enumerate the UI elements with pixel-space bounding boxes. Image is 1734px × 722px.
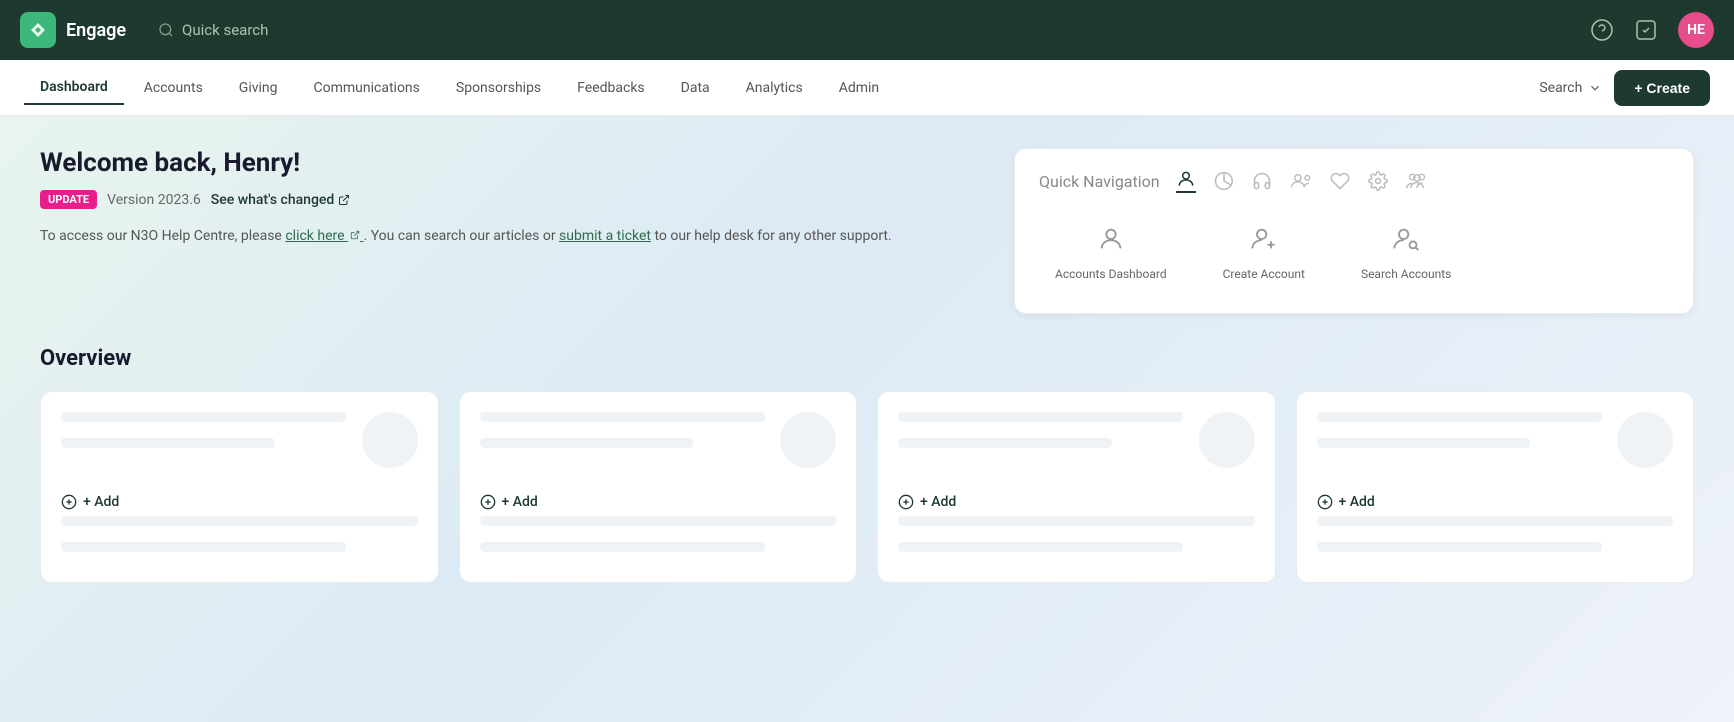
nav-item-sponsorships[interactable]: Sponsorships bbox=[440, 72, 557, 104]
overview-card-4: + Add bbox=[1296, 391, 1695, 583]
card-skeleton-circle-3 bbox=[1199, 412, 1255, 468]
qn-accounts-dashboard-label: Accounts Dashboard bbox=[1055, 267, 1167, 281]
qn-icon-person[interactable] bbox=[1176, 169, 1196, 193]
qn-icon-headset[interactable] bbox=[1252, 171, 1272, 191]
plus-circle-icon bbox=[1317, 494, 1333, 510]
submit-ticket-link[interactable]: submit a ticket bbox=[559, 228, 651, 244]
skeleton-line bbox=[61, 542, 346, 552]
qn-search-accounts-label: Search Accounts bbox=[1361, 267, 1451, 281]
navbar: Dashboard Accounts Giving Communications… bbox=[0, 60, 1734, 116]
welcome-left: Welcome back, Henry! UPDATE Version 2023… bbox=[40, 148, 990, 314]
add-button-3[interactable]: + Add bbox=[898, 494, 1255, 510]
nav-item-dashboard[interactable]: Dashboard bbox=[24, 71, 124, 105]
skeleton-line bbox=[898, 438, 1112, 448]
qn-icon-pie-chart[interactable] bbox=[1214, 171, 1234, 191]
skeleton-line bbox=[480, 516, 837, 526]
qn-items: Accounts Dashboard Create Account Search… bbox=[1039, 213, 1669, 293]
chevron-down-icon bbox=[1588, 81, 1602, 95]
qn-icon-group[interactable] bbox=[1290, 171, 1312, 191]
plus-circle-icon bbox=[61, 494, 77, 510]
nav-item-admin[interactable]: Admin bbox=[823, 72, 895, 104]
search-placeholder: Quick search bbox=[182, 21, 268, 39]
quick-navigation-panel: Quick Navigation bbox=[1014, 148, 1694, 314]
welcome-section: Welcome back, Henry! UPDATE Version 2023… bbox=[40, 148, 1694, 314]
qn-accounts-dashboard-icon bbox=[1097, 225, 1125, 259]
see-changes-link[interactable]: See what's changed bbox=[211, 192, 351, 208]
click-here-link[interactable]: click here bbox=[285, 228, 363, 244]
topbar: Engage Quick search HE bbox=[0, 0, 1734, 60]
app-title: Engage bbox=[66, 20, 126, 41]
quick-search-bar[interactable]: Quick search bbox=[158, 21, 268, 39]
overview-card-1: + Add bbox=[40, 391, 439, 583]
welcome-description: To access our N3O Help Centre, please cl… bbox=[40, 225, 990, 247]
skeleton-line bbox=[1317, 412, 1602, 422]
nav-item-feedbacks[interactable]: Feedbacks bbox=[561, 72, 660, 104]
plus-circle-icon bbox=[898, 494, 914, 510]
update-row: UPDATE Version 2023.6 See what's changed bbox=[40, 190, 990, 209]
card-skeleton-circle-4 bbox=[1617, 412, 1673, 468]
skeleton-line bbox=[61, 516, 418, 526]
skeleton-line bbox=[480, 542, 765, 552]
plus-circle-icon bbox=[480, 494, 496, 510]
version-text: Version 2023.6 bbox=[107, 192, 201, 208]
skeleton-line bbox=[898, 412, 1183, 422]
qn-icon-gear[interactable] bbox=[1368, 171, 1388, 191]
tasks-button[interactable] bbox=[1634, 18, 1658, 42]
add-button-1[interactable]: + Add bbox=[61, 494, 418, 510]
welcome-title: Welcome back, Henry! bbox=[40, 148, 990, 178]
card-skeleton-circle-2 bbox=[780, 412, 836, 468]
overview-card-3: + Add bbox=[877, 391, 1276, 583]
card-skeleton-circle-1 bbox=[362, 412, 418, 468]
topbar-right: HE bbox=[1590, 12, 1714, 48]
content-area: Welcome back, Henry! UPDATE Version 2023… bbox=[0, 116, 1734, 722]
search-label: Search bbox=[1539, 80, 1582, 96]
external-link-icon bbox=[338, 194, 350, 206]
nav-item-accounts[interactable]: Accounts bbox=[128, 72, 219, 104]
overview-title: Overview bbox=[40, 346, 1694, 371]
qn-icons bbox=[1176, 169, 1428, 193]
update-badge: UPDATE bbox=[40, 190, 97, 209]
skeleton-line bbox=[61, 412, 346, 422]
qn-search-accounts-icon bbox=[1392, 225, 1420, 259]
logo-icon bbox=[20, 12, 56, 48]
skeleton-line bbox=[1317, 542, 1602, 552]
overview-cards: + Add + Add bbox=[40, 391, 1694, 583]
skeleton-line bbox=[61, 438, 275, 448]
search-dropdown[interactable]: Search bbox=[1539, 80, 1602, 96]
qn-title: Quick Navigation bbox=[1039, 172, 1160, 191]
qn-header: Quick Navigation bbox=[1039, 169, 1669, 193]
qn-create-account-label: Create Account bbox=[1223, 267, 1305, 281]
create-button[interactable]: + Create bbox=[1614, 70, 1710, 106]
help-button[interactable] bbox=[1590, 18, 1614, 42]
add-button-4[interactable]: + Add bbox=[1317, 494, 1674, 510]
qn-item-search-accounts[interactable]: Search Accounts bbox=[1345, 213, 1467, 293]
logo-wrap: Engage bbox=[20, 12, 126, 48]
overview-card-2: + Add bbox=[459, 391, 858, 583]
qn-icon-heart[interactable] bbox=[1330, 171, 1350, 191]
avatar[interactable]: HE bbox=[1678, 12, 1714, 48]
skeleton-line bbox=[898, 542, 1183, 552]
nav-item-giving[interactable]: Giving bbox=[223, 72, 294, 104]
add-button-2[interactable]: + Add bbox=[480, 494, 837, 510]
nav-item-data[interactable]: Data bbox=[665, 72, 726, 104]
nav-item-analytics[interactable]: Analytics bbox=[730, 72, 819, 104]
navbar-right: Search + Create bbox=[1539, 70, 1710, 106]
skeleton-line bbox=[480, 412, 765, 422]
skeleton-line bbox=[1317, 516, 1674, 526]
external-link-icon-2 bbox=[350, 230, 360, 240]
skeleton-line bbox=[1317, 438, 1531, 448]
search-icon bbox=[158, 22, 174, 38]
qn-icon-people[interactable] bbox=[1406, 171, 1428, 191]
skeleton-line bbox=[480, 438, 694, 448]
nav-item-communications[interactable]: Communications bbox=[298, 72, 436, 104]
qn-create-account-icon bbox=[1250, 225, 1278, 259]
qn-item-accounts-dashboard[interactable]: Accounts Dashboard bbox=[1039, 213, 1183, 293]
qn-item-create-account[interactable]: Create Account bbox=[1207, 213, 1321, 293]
skeleton-line bbox=[898, 516, 1255, 526]
